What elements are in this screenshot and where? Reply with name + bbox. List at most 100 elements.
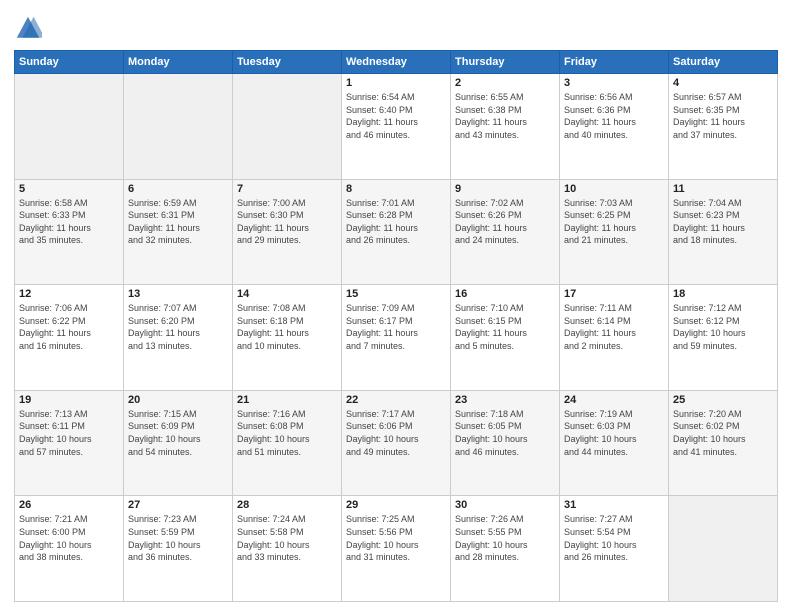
week-row-2: 12 Sunrise: 7:06 AM Sunset: 6:22 PM Dayli… bbox=[15, 285, 778, 391]
day-cell: 11Sunrise: 7:04 AM Sunset: 6:23 PM Dayli… bbox=[669, 179, 778, 285]
day-info: Sunrise: 7:12 AM Sunset: 6:12 PM Dayligh… bbox=[673, 302, 773, 352]
day-info: Sunrise: 6:58 AM Sunset: 6:33 PM Dayligh… bbox=[19, 197, 119, 247]
calendar-header-row: SundayMondayTuesdayWednesdayThursdayFrid… bbox=[15, 51, 778, 74]
day-number: 18 bbox=[673, 288, 773, 300]
day-cell: 7 Sunrise: 7:00 AM Sunset: 6:30 PM Daylig… bbox=[233, 179, 342, 285]
col-header-friday: Friday bbox=[560, 51, 669, 74]
day-cell bbox=[669, 496, 778, 602]
day-number: 3 bbox=[564, 77, 664, 89]
day-cell: 18 Sunrise: 7:12 AM Sunset: 6:12 PM Dayli… bbox=[669, 285, 778, 391]
day-cell: 5 Sunrise: 6:58 AM Sunset: 6:33 PM Daylig… bbox=[15, 179, 124, 285]
day-cell bbox=[15, 74, 124, 180]
day-info: Sunrise: 7:16 AM Sunset: 6:08 PM Dayligh… bbox=[237, 408, 337, 458]
day-info: Sunrise: 7:24 AM Sunset: 5:58 PM Dayligh… bbox=[237, 513, 337, 563]
day-cell: 1 Sunrise: 6:54 AM Sunset: 6:40 PM Daylig… bbox=[342, 74, 451, 180]
day-cell bbox=[233, 74, 342, 180]
day-number: 15 bbox=[346, 288, 446, 300]
day-number: 11 bbox=[673, 183, 773, 195]
day-info: Sunrise: 7:02 AM Sunset: 6:26 PM Dayligh… bbox=[455, 197, 555, 247]
logo bbox=[14, 14, 44, 42]
day-info: Sunrise: 7:25 AM Sunset: 5:56 PM Dayligh… bbox=[346, 513, 446, 563]
day-number: 20 bbox=[128, 394, 228, 406]
day-cell: 21 Sunrise: 7:16 AM Sunset: 6:08 PM Dayli… bbox=[233, 390, 342, 496]
week-row-0: 1 Sunrise: 6:54 AM Sunset: 6:40 PM Daylig… bbox=[15, 74, 778, 180]
day-number: 21 bbox=[237, 394, 337, 406]
header bbox=[14, 10, 778, 42]
day-cell: 16 Sunrise: 7:10 AM Sunset: 6:15 PM Dayli… bbox=[451, 285, 560, 391]
day-number: 12 bbox=[19, 288, 119, 300]
day-cell: 13 Sunrise: 7:07 AM Sunset: 6:20 PM Dayli… bbox=[124, 285, 233, 391]
day-number: 6 bbox=[128, 183, 228, 195]
day-info: Sunrise: 7:26 AM Sunset: 5:55 PM Dayligh… bbox=[455, 513, 555, 563]
day-info: Sunrise: 7:19 AM Sunset: 6:03 PM Dayligh… bbox=[564, 408, 664, 458]
day-info: Sunrise: 7:09 AM Sunset: 6:17 PM Dayligh… bbox=[346, 302, 446, 352]
day-number: 31 bbox=[564, 499, 664, 511]
day-cell: 27 Sunrise: 7:23 AM Sunset: 5:59 PM Dayli… bbox=[124, 496, 233, 602]
day-number: 2 bbox=[455, 77, 555, 89]
col-header-saturday: Saturday bbox=[669, 51, 778, 74]
day-cell: 8Sunrise: 7:01 AM Sunset: 6:28 PM Daylig… bbox=[342, 179, 451, 285]
day-cell: 26 Sunrise: 7:21 AM Sunset: 6:00 PM Dayli… bbox=[15, 496, 124, 602]
col-header-sunday: Sunday bbox=[15, 51, 124, 74]
day-info: Sunrise: 7:10 AM Sunset: 6:15 PM Dayligh… bbox=[455, 302, 555, 352]
day-number: 22 bbox=[346, 394, 446, 406]
day-cell: 19 Sunrise: 7:13 AM Sunset: 6:11 PM Dayli… bbox=[15, 390, 124, 496]
day-number: 29 bbox=[346, 499, 446, 511]
day-number: 10 bbox=[564, 183, 664, 195]
day-info: Sunrise: 7:17 AM Sunset: 6:06 PM Dayligh… bbox=[346, 408, 446, 458]
day-info: Sunrise: 7:13 AM Sunset: 6:11 PM Dayligh… bbox=[19, 408, 119, 458]
col-header-monday: Monday bbox=[124, 51, 233, 74]
day-number: 8 bbox=[346, 183, 446, 195]
day-info: Sunrise: 7:03 AM Sunset: 6:25 PM Dayligh… bbox=[564, 197, 664, 247]
day-info: Sunrise: 7:08 AM Sunset: 6:18 PM Dayligh… bbox=[237, 302, 337, 352]
day-cell: 20Sunrise: 7:15 AM Sunset: 6:09 PM Dayli… bbox=[124, 390, 233, 496]
day-number: 23 bbox=[455, 394, 555, 406]
week-row-3: 19 Sunrise: 7:13 AM Sunset: 6:11 PM Dayli… bbox=[15, 390, 778, 496]
day-number: 5 bbox=[19, 183, 119, 195]
page: SundayMondayTuesdayWednesdayThursdayFrid… bbox=[0, 0, 792, 612]
day-info: Sunrise: 6:59 AM Sunset: 6:31 PM Dayligh… bbox=[128, 197, 228, 247]
day-cell: 23 Sunrise: 7:18 AM Sunset: 6:05 PM Dayli… bbox=[451, 390, 560, 496]
day-number: 4 bbox=[673, 77, 773, 89]
day-info: Sunrise: 7:06 AM Sunset: 6:22 PM Dayligh… bbox=[19, 302, 119, 352]
day-cell: 31Sunrise: 7:27 AM Sunset: 5:54 PM Dayli… bbox=[560, 496, 669, 602]
col-header-wednesday: Wednesday bbox=[342, 51, 451, 74]
day-number: 1 bbox=[346, 77, 446, 89]
day-number: 7 bbox=[237, 183, 337, 195]
col-header-thursday: Thursday bbox=[451, 51, 560, 74]
day-number: 13 bbox=[128, 288, 228, 300]
day-cell bbox=[124, 74, 233, 180]
col-header-tuesday: Tuesday bbox=[233, 51, 342, 74]
day-number: 24 bbox=[564, 394, 664, 406]
day-number: 26 bbox=[19, 499, 119, 511]
day-info: Sunrise: 6:55 AM Sunset: 6:38 PM Dayligh… bbox=[455, 91, 555, 141]
day-cell: 6 Sunrise: 6:59 AM Sunset: 6:31 PM Daylig… bbox=[124, 179, 233, 285]
day-number: 28 bbox=[237, 499, 337, 511]
day-info: Sunrise: 7:18 AM Sunset: 6:05 PM Dayligh… bbox=[455, 408, 555, 458]
day-number: 9 bbox=[455, 183, 555, 195]
day-cell: 9 Sunrise: 7:02 AM Sunset: 6:26 PM Daylig… bbox=[451, 179, 560, 285]
calendar-table: SundayMondayTuesdayWednesdayThursdayFrid… bbox=[14, 50, 778, 602]
day-number: 25 bbox=[673, 394, 773, 406]
day-info: Sunrise: 7:23 AM Sunset: 5:59 PM Dayligh… bbox=[128, 513, 228, 563]
day-cell: 12 Sunrise: 7:06 AM Sunset: 6:22 PM Dayli… bbox=[15, 285, 124, 391]
day-cell: 22 Sunrise: 7:17 AM Sunset: 6:06 PM Dayli… bbox=[342, 390, 451, 496]
day-cell: 24 Sunrise: 7:19 AM Sunset: 6:03 PM Dayli… bbox=[560, 390, 669, 496]
day-cell: 15 Sunrise: 7:09 AM Sunset: 6:17 PM Dayli… bbox=[342, 285, 451, 391]
day-number: 30 bbox=[455, 499, 555, 511]
day-info: Sunrise: 7:00 AM Sunset: 6:30 PM Dayligh… bbox=[237, 197, 337, 247]
day-info: Sunrise: 7:07 AM Sunset: 6:20 PM Dayligh… bbox=[128, 302, 228, 352]
day-number: 19 bbox=[19, 394, 119, 406]
day-number: 14 bbox=[237, 288, 337, 300]
day-info: Sunrise: 6:54 AM Sunset: 6:40 PM Dayligh… bbox=[346, 91, 446, 141]
day-info: Sunrise: 6:56 AM Sunset: 6:36 PM Dayligh… bbox=[564, 91, 664, 141]
day-cell: 14 Sunrise: 7:08 AM Sunset: 6:18 PM Dayli… bbox=[233, 285, 342, 391]
day-number: 17 bbox=[564, 288, 664, 300]
day-info: Sunrise: 7:21 AM Sunset: 6:00 PM Dayligh… bbox=[19, 513, 119, 563]
day-number: 27 bbox=[128, 499, 228, 511]
day-cell: 3 Sunrise: 6:56 AM Sunset: 6:36 PM Daylig… bbox=[560, 74, 669, 180]
day-cell: 2 Sunrise: 6:55 AM Sunset: 6:38 PM Daylig… bbox=[451, 74, 560, 180]
day-cell: 30 Sunrise: 7:26 AM Sunset: 5:55 PM Dayli… bbox=[451, 496, 560, 602]
day-number: 16 bbox=[455, 288, 555, 300]
day-info: Sunrise: 7:20 AM Sunset: 6:02 PM Dayligh… bbox=[673, 408, 773, 458]
